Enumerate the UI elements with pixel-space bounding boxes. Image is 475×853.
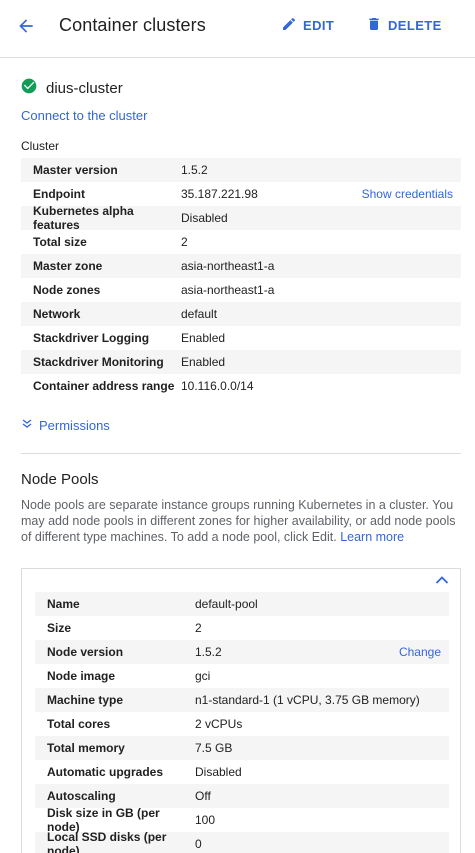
collapse-chevron-icon[interactable] [433, 572, 451, 588]
cluster-detail-value: asia-northeast1-a [181, 283, 275, 297]
node-pool-detail-row: Node image gci [35, 664, 449, 688]
cluster-detail-row: Master zone asia-northeast1-a [21, 254, 461, 278]
top-bar: Container clusters EDIT DELETE [0, 0, 475, 58]
cluster-detail-key: Network [33, 307, 81, 321]
node-pool-details-table: Name default-pool Size 2 Node version 1.5.2 Ch… [35, 592, 449, 853]
node-pool-detail-key: Autoscaling [47, 789, 116, 803]
expand-chevrons-icon [21, 418, 33, 433]
node-pool-detail-value: Disabled [195, 765, 242, 779]
node-pool-detail-key: Node image [47, 669, 116, 683]
node-pool-detail-row: Disk size in GB (per node) 100 [35, 806, 449, 834]
permissions-label: Permissions [39, 418, 110, 433]
cluster-details-table: Master version 1.5.2 Endpoint 35.187.221.98… [21, 158, 461, 398]
cluster-detail-key: Endpoint [33, 187, 85, 201]
node-pool-detail-value: 1.5.2 [195, 645, 222, 659]
back-arrow-icon[interactable] [14, 14, 38, 38]
node-pool-detail-key: Local SSD disks (per node) [47, 830, 167, 853]
node-pool-detail-row: Total memory 7.5 GB [35, 736, 449, 760]
cluster-detail-value: 10.116.0.0/14 [181, 379, 254, 393]
node-pool-detail-key: Automatic upgrades [47, 765, 164, 779]
node-pool-detail-value: default-pool [195, 597, 258, 611]
cluster-detail-key: Node zones [33, 283, 101, 297]
cluster-detail-value: 35.187.221.98 [181, 187, 258, 201]
node-pool-detail-key: Machine type [47, 693, 124, 707]
node-pool-card: Name default-pool Size 2 Node version 1.5.2 Ch… [21, 568, 461, 853]
cluster-detail-row: Master version 1.5.2 [21, 158, 461, 182]
trash-icon [366, 16, 382, 35]
cluster-detail-value: 2 [181, 235, 188, 249]
cluster-detail-value: 1.5.2 [181, 163, 208, 177]
node-pool-detail-value: n1-standard-1 (1 vCPU, 3.75 GB memory) [195, 693, 420, 707]
node-pool-detail-key: Size [47, 621, 72, 635]
node-pool-detail-row: Automatic upgrades Disabled [35, 760, 449, 784]
cluster-detail-key: Stackdriver Logging [33, 331, 150, 345]
node-pool-detail-value: 0 [195, 837, 202, 851]
cluster-detail-value: Enabled [181, 355, 226, 369]
check-circle-icon [21, 78, 37, 99]
cluster-detail-value: Disabled [181, 211, 228, 225]
node-pool-detail-action-link[interactable]: Change [399, 645, 449, 659]
node-pool-detail-row: Node version 1.5.2 Change [35, 640, 449, 664]
cluster-detail-key: Total size [33, 235, 87, 249]
connect-to-cluster-link[interactable]: Connect to the cluster [21, 108, 147, 123]
delete-label: DELETE [388, 18, 442, 33]
cluster-detail-key: Container address range [33, 379, 175, 393]
cluster-detail-row: Endpoint 35.187.221.98 Show credentials [21, 182, 461, 206]
node-pool-detail-row: Total cores 2 vCPUs [35, 712, 449, 736]
node-pools-description: Node pools are separate instance groups … [21, 497, 463, 545]
section-divider [21, 453, 461, 454]
node-pool-detail-value: gci [195, 669, 211, 683]
cluster-detail-key: Master version [33, 163, 118, 177]
cluster-detail-key: Stackdriver Monitoring [33, 355, 164, 369]
node-pool-detail-value: 7.5 GB [195, 741, 233, 755]
node-pool-detail-row: Name default-pool [35, 592, 449, 616]
cluster-section-label: Cluster [21, 139, 60, 153]
delete-button[interactable]: DELETE [366, 16, 442, 35]
node-pool-detail-key: Name [47, 597, 80, 611]
node-pool-detail-value: 100 [195, 813, 216, 827]
cluster-detail-row: Total size 2 [21, 230, 461, 254]
cluster-detail-key: Kubernetes alpha features [33, 204, 134, 232]
cluster-header: dius-cluster [21, 78, 123, 99]
cluster-detail-row: Container address range 10.116.0.0/14 [21, 374, 461, 398]
edit-button[interactable]: EDIT [281, 16, 334, 35]
node-pool-detail-value: 2 [195, 621, 202, 635]
cluster-detail-key: Master zone [33, 259, 103, 273]
cluster-detail-row: Kubernetes alpha features Disabled [21, 204, 461, 232]
node-pool-detail-row: Local SSD disks (per node) 0 [35, 830, 449, 853]
cluster-name: dius-cluster [46, 80, 123, 97]
node-pool-detail-key: Node version [47, 645, 124, 659]
node-pool-detail-key: Total memory [47, 741, 125, 755]
node-pool-detail-value: 2 vCPUs [195, 717, 243, 731]
cluster-detail-action-link[interactable]: Show credentials [362, 187, 461, 201]
node-pools-title: Node Pools [21, 471, 99, 488]
node-pool-detail-key: Total cores [47, 717, 111, 731]
node-pool-detail-row: Autoscaling Off [35, 784, 449, 808]
permissions-toggle[interactable]: Permissions [21, 418, 110, 433]
cluster-detail-row: Node zones asia-northeast1-a [21, 278, 461, 302]
cluster-detail-value: default [181, 307, 218, 321]
cluster-detail-value: asia-northeast1-a [181, 259, 275, 273]
page-title: Container clusters [59, 15, 206, 35]
learn-more-link[interactable]: Learn more [340, 530, 404, 544]
cluster-detail-row: Network default [21, 302, 461, 326]
cluster-detail-row: Stackdriver Logging Enabled [21, 326, 461, 350]
edit-label: EDIT [303, 18, 335, 33]
cluster-detail-row: Stackdriver Monitoring Enabled [21, 350, 461, 374]
pencil-icon [281, 16, 297, 35]
cluster-detail-value: Enabled [181, 331, 226, 345]
node-pool-detail-value: Off [195, 789, 211, 803]
node-pool-detail-row: Size 2 [35, 616, 449, 640]
node-pool-detail-row: Machine type n1-standard-1 (1 vCPU, 3.75 … [35, 688, 449, 712]
